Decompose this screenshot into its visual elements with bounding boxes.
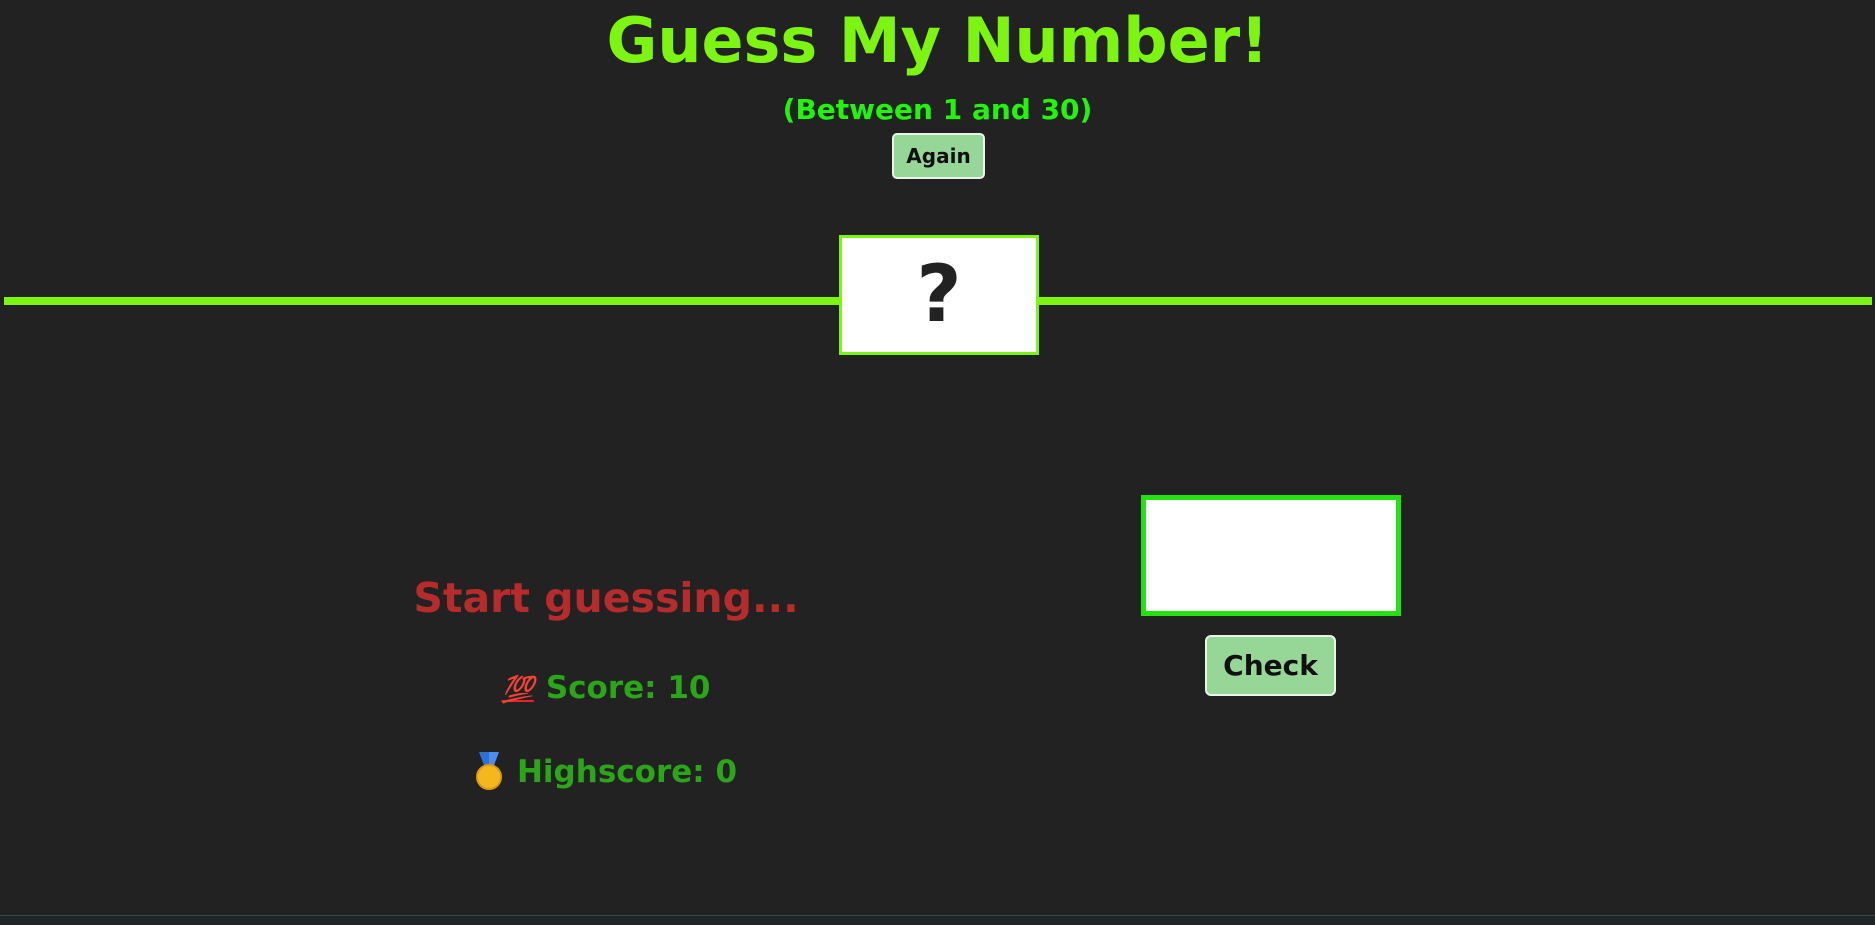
medal-icon [475, 752, 503, 790]
taskbar-edge [0, 915, 1875, 925]
game-title: Guess My Number! [606, 4, 1269, 77]
again-button[interactable]: Again [892, 133, 985, 179]
highscore-row: Highscore: 0 [306, 750, 906, 794]
range-subtitle: (Between 1 and 30) [782, 93, 1093, 126]
highscore-label: Highscore: 0 [516, 754, 738, 790]
status-message: Start guessing... [413, 574, 799, 622]
score-label: Score: 10 [545, 670, 711, 706]
secret-number-box: ? [839, 235, 1039, 355]
guess-input[interactable] [1141, 495, 1401, 616]
hundred-points-icon: 💯 [501, 675, 534, 705]
score-row: 💯 Score: 10 [306, 666, 906, 712]
medal-coin [475, 764, 502, 790]
check-button[interactable]: Check [1205, 635, 1336, 696]
